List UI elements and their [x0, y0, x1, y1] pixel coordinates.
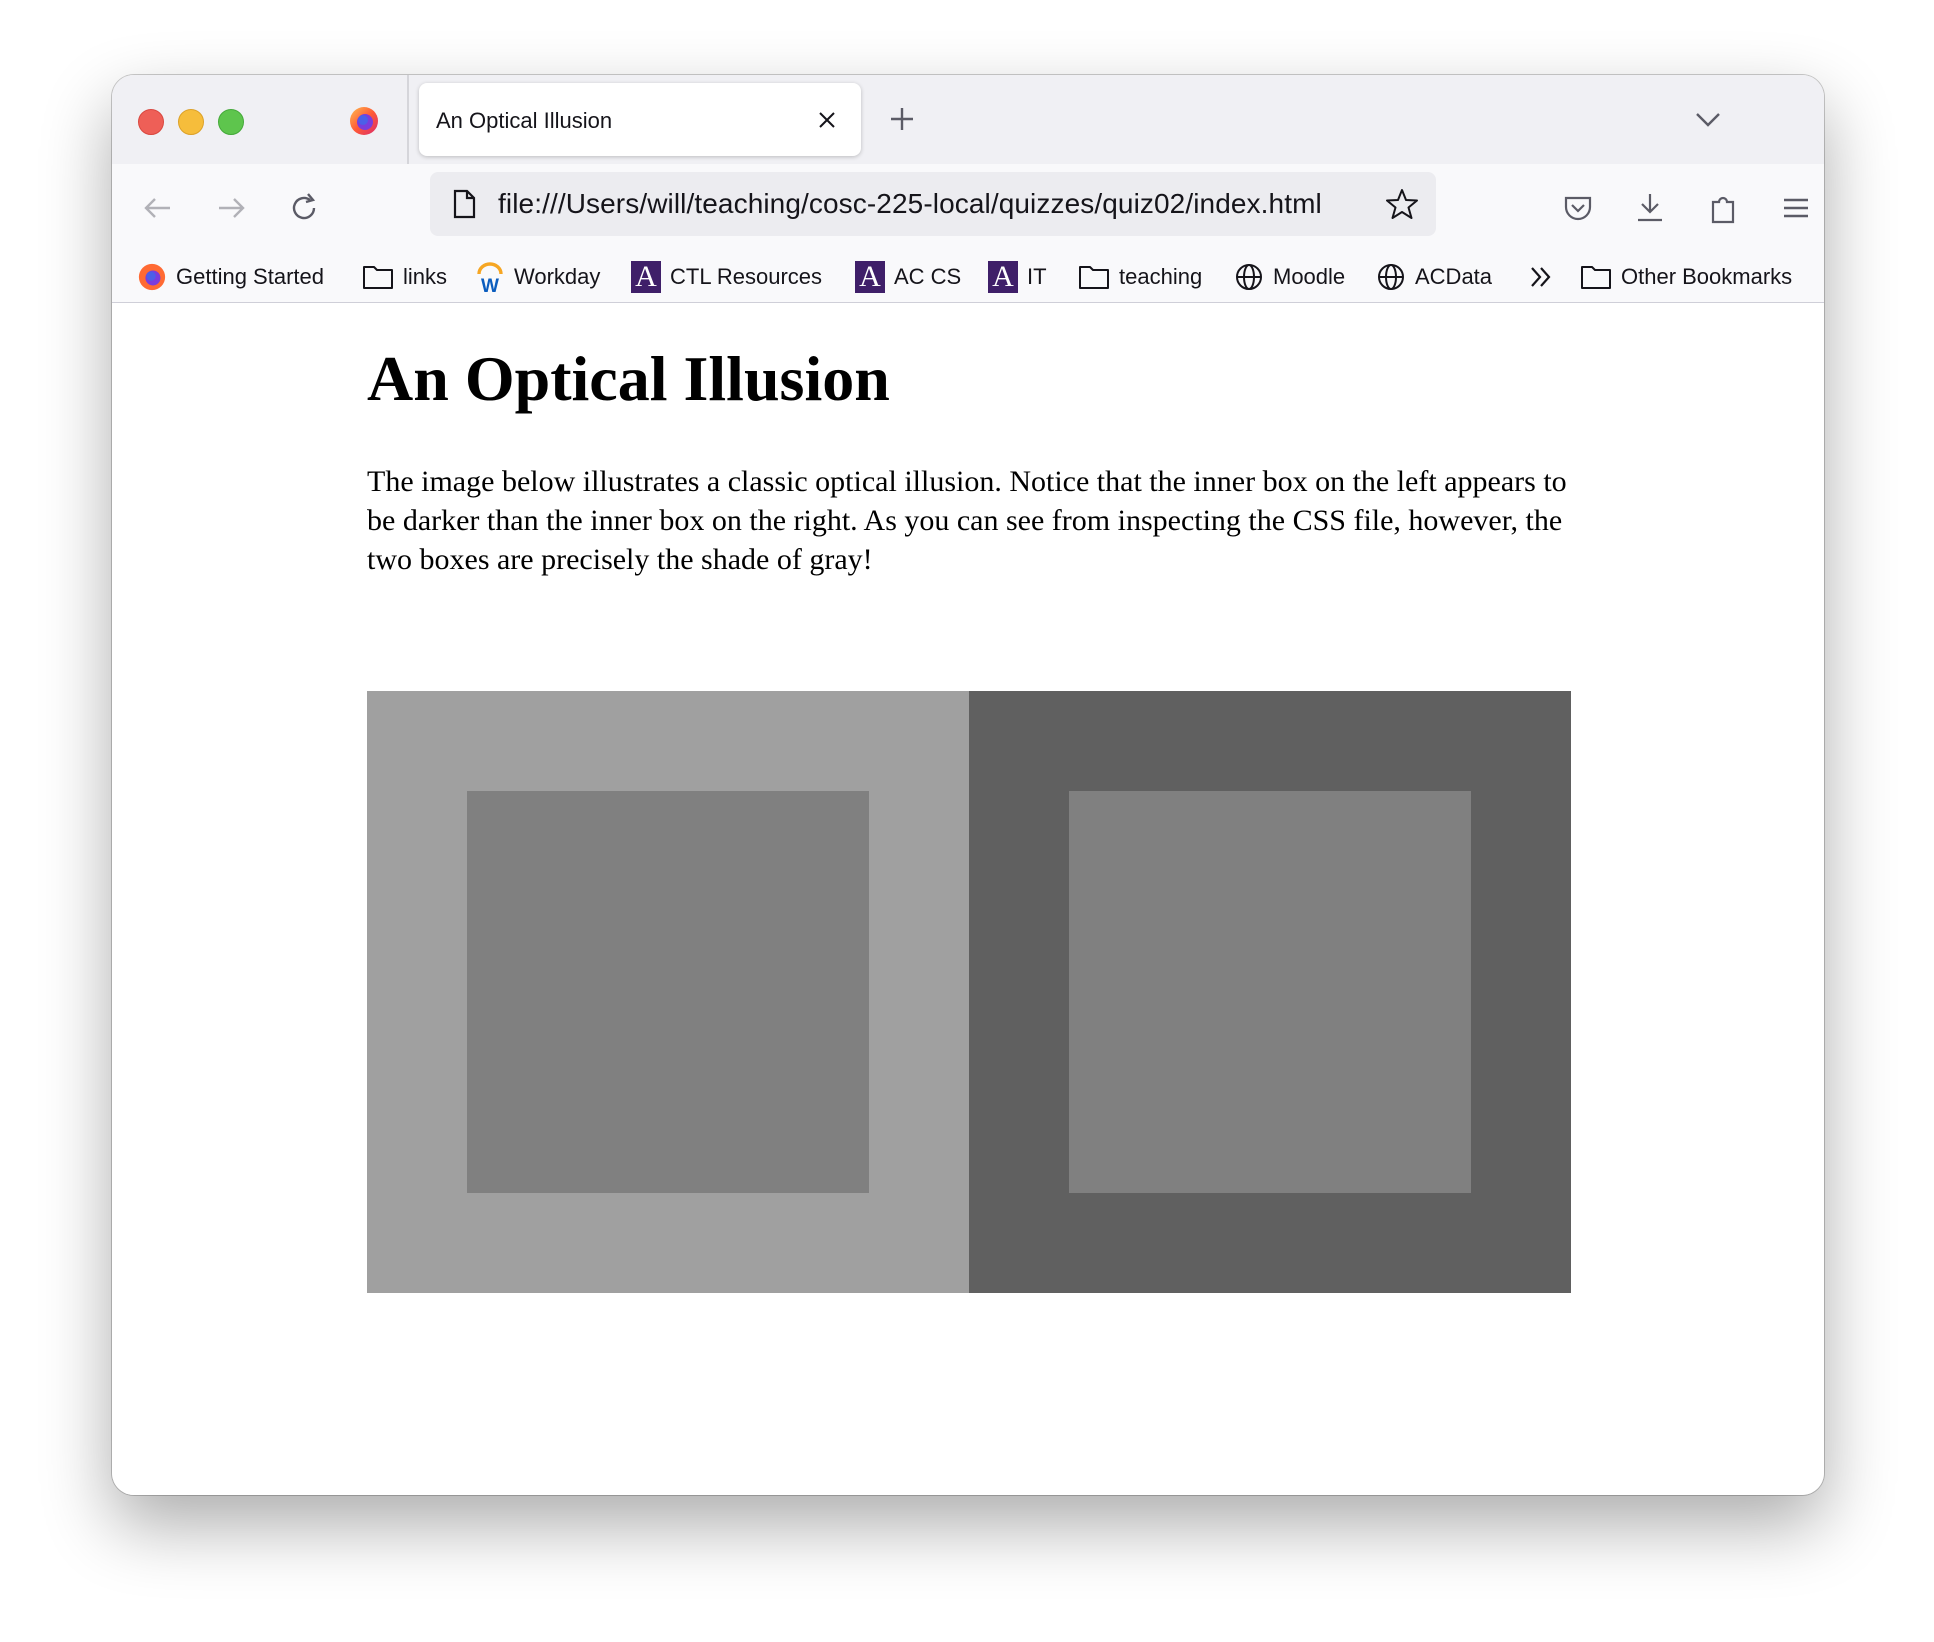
bookmark-label: CTL Resources — [670, 264, 823, 289]
bookmark-getting-started[interactable]: Getting Started — [137, 260, 324, 294]
page-icon — [453, 189, 476, 219]
optical-illusion-figure — [367, 691, 1571, 1293]
extensions-icon[interactable] — [1704, 188, 1744, 228]
menu-icon[interactable] — [1776, 188, 1816, 228]
bookmark-label: Moodle — [1273, 264, 1346, 289]
bookmark-links[interactable]: links — [362, 260, 447, 294]
star-icon[interactable] — [1384, 186, 1420, 222]
svg-text:W: W — [481, 276, 499, 293]
bookmark-label: IT — [1027, 264, 1047, 289]
bookmark-workday[interactable]: W Workday — [475, 260, 600, 294]
firefox-icon[interactable] — [348, 105, 380, 137]
page-content: An Optical Illusion The image below illu… — [112, 303, 1824, 1495]
bookmark-label: Workday — [514, 264, 601, 289]
download-icon[interactable] — [1630, 188, 1670, 228]
reload-icon[interactable] — [284, 188, 324, 228]
amherst-icon: A — [988, 261, 1018, 293]
right-outer-box — [969, 691, 1571, 1293]
bookmark-label: Other Bookmarks — [1621, 264, 1793, 289]
bookmark-it[interactable]: A IT — [988, 260, 1047, 294]
tab-bar: An Optical Illusion — [112, 75, 1824, 164]
bookmarks-toolbar: Getting Started links W Workday A CTL Re… — [112, 252, 1824, 303]
page-title: An Optical Illusion — [367, 343, 890, 414]
forward-arrow-icon[interactable] — [211, 188, 251, 228]
bookmark-ac-cs[interactable]: A AC CS — [855, 260, 961, 294]
url-bar[interactable]: file:///Users/will/teaching/cosc-225-loc… — [430, 172, 1436, 236]
bookmark-label: links — [403, 264, 448, 289]
firefox-icon — [138, 263, 166, 291]
bookmark-label: ACData — [1415, 264, 1493, 289]
chevron-down-icon[interactable] — [1692, 105, 1724, 133]
plus-icon[interactable] — [886, 103, 918, 135]
folder-icon — [363, 266, 393, 289]
bookmark-label: teaching — [1119, 264, 1203, 289]
bookmark-acdata[interactable]: ACData — [1376, 260, 1492, 294]
bookmark-label: Getting Started — [176, 264, 324, 289]
globe-icon — [1236, 264, 1262, 290]
pocket-icon[interactable] — [1558, 188, 1598, 228]
folder-icon — [1079, 266, 1109, 289]
window-close-button[interactable] — [138, 109, 164, 135]
page-description: The image below illustrates a classic op… — [367, 465, 1567, 576]
tab-separator — [407, 75, 409, 164]
left-inner-box — [467, 791, 869, 1193]
workday-icon: W — [477, 262, 503, 293]
window-maximize-button[interactable] — [218, 109, 244, 135]
tab-title: An Optical Illusion — [436, 108, 613, 133]
folder-icon — [1581, 266, 1611, 289]
tab-active[interactable]: An Optical Illusion — [419, 83, 861, 156]
right-inner-box — [1069, 791, 1471, 1193]
bookmark-ctl-resources[interactable]: A CTL Resources — [631, 260, 822, 294]
left-outer-box — [367, 691, 969, 1293]
close-icon[interactable] — [816, 109, 838, 131]
amherst-icon: A — [855, 261, 885, 293]
bookmark-label: AC CS — [894, 264, 962, 289]
chevron-double-right-icon[interactable] — [1524, 262, 1558, 292]
globe-icon — [1378, 264, 1404, 290]
bookmark-moodle[interactable]: Moodle — [1234, 260, 1345, 294]
back-arrow-icon[interactable] — [138, 188, 178, 228]
window-minimize-button[interactable] — [178, 109, 204, 135]
amherst-icon: A — [631, 261, 661, 293]
browser-window: An Optical Illusion file:///Users/will/t… — [112, 75, 1824, 1495]
bookmark-teaching[interactable]: teaching — [1078, 260, 1202, 294]
bookmark-other-bookmarks[interactable]: Other Bookmarks — [1580, 260, 1792, 294]
url-text[interactable]: file:///Users/will/teaching/cosc-225-loc… — [498, 188, 1322, 220]
